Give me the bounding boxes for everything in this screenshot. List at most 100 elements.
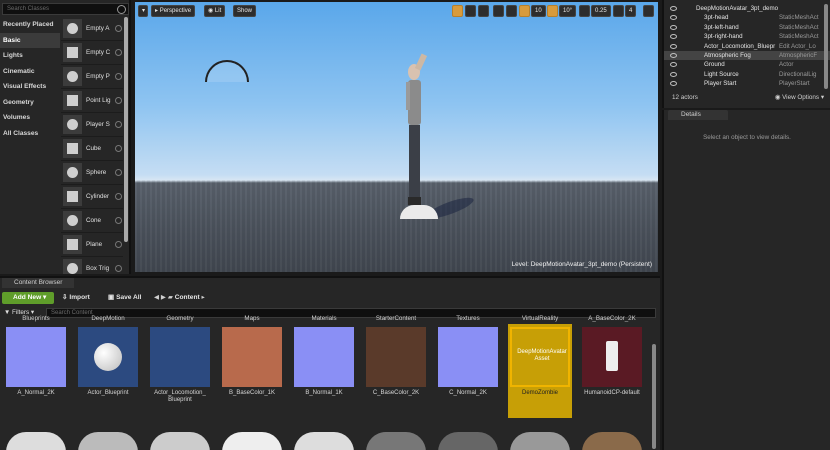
folder-label[interactable]: VirtualReality <box>508 315 572 322</box>
outliner-row[interactable]: Ground Actor <box>664 60 830 69</box>
outliner-row[interactable]: Atmospheric Fog AtmosphericF <box>664 51 830 61</box>
class-search-input[interactable]: Search Classes <box>2 3 129 15</box>
import-button[interactable]: ⇩ Import <box>62 292 90 304</box>
info-icon[interactable] <box>115 49 122 56</box>
visibility-eye-icon[interactable] <box>670 62 677 68</box>
category-visual-effects[interactable]: Visual Effects <box>0 79 60 95</box>
folder-label[interactable]: Materials <box>292 315 356 322</box>
asset-thumbnail-row2[interactable] <box>582 432 642 450</box>
perspective-button[interactable]: ▸ Perspective <box>151 5 196 17</box>
info-icon[interactable] <box>115 265 122 272</box>
place-item[interactable]: Box Trig <box>61 257 123 274</box>
back-arrow-icon[interactable]: ◀ <box>154 294 159 301</box>
scale-tool-icon[interactable] <box>478 5 489 17</box>
grid-snap-value[interactable]: 10 <box>531 5 546 17</box>
world-local-icon[interactable] <box>493 5 504 17</box>
outliner-row[interactable]: DeepMotionAvatar_3pt_demo <box>664 4 830 13</box>
asset-tile[interactable]: Geometry Actor_Locomotion_ Blueprint <box>148 315 212 418</box>
asset-thumbnail-row2[interactable] <box>366 432 426 450</box>
place-item[interactable]: Empty P <box>61 65 123 89</box>
info-icon[interactable] <box>115 97 122 104</box>
folder-label[interactable]: A_BaseColor_2K <box>580 315 644 322</box>
info-icon[interactable] <box>115 145 122 152</box>
asset-tile[interactable]: A_BaseColor_2K HumanoidCP-default <box>580 315 644 418</box>
asset-thumbnail-row2[interactable] <box>438 432 498 450</box>
info-icon[interactable] <box>115 241 122 248</box>
asset-tile[interactable]: Textures C_Normal_2K <box>436 315 500 418</box>
outliner-row[interactable]: Player Start PlayerStart <box>664 79 830 88</box>
content-browser-tab[interactable]: Content Browser <box>2 278 74 288</box>
visibility-eye-icon[interactable] <box>670 24 677 30</box>
asset-thumbnail-row2[interactable] <box>78 432 138 450</box>
camera-speed-value[interactable]: 4 <box>625 5 637 17</box>
category-volumes[interactable]: Volumes <box>0 110 60 126</box>
forward-arrow-icon[interactable]: ▶ <box>161 294 166 301</box>
place-item[interactable]: Sphere <box>61 161 123 185</box>
content-path-label[interactable]: Content <box>175 294 200 301</box>
content-browser-scrollbar[interactable] <box>652 344 656 449</box>
add-new-button[interactable]: Add New ▾ <box>2 292 54 304</box>
view-options-button[interactable]: ◉ View Options ▾ <box>775 94 824 101</box>
rotate-tool-icon[interactable] <box>465 5 476 17</box>
category-lights[interactable]: Lights <box>0 48 60 64</box>
info-icon[interactable] <box>115 193 122 200</box>
place-item[interactable]: Cone <box>61 209 123 233</box>
path-chevron-icon[interactable]: ▸ <box>202 294 205 301</box>
place-item[interactable]: Empty A <box>61 17 123 41</box>
camera-speed-icon[interactable] <box>613 5 624 17</box>
place-item[interactable]: Plane <box>61 233 123 257</box>
asset-tile[interactable]: StarterContent C_BaseColor_2K <box>364 315 428 418</box>
outliner-row[interactable]: Actor_Locomotion_Bluepr Edit Actor_Lo <box>664 42 830 51</box>
lit-button[interactable]: ◉ Lit <box>204 5 226 17</box>
folder-label[interactable]: DeepMotion <box>76 315 140 322</box>
folder-label[interactable]: Maps <box>220 315 284 322</box>
visibility-eye-icon[interactable] <box>670 34 677 40</box>
folder-label[interactable]: Blueprints <box>4 315 68 322</box>
category-cinematic[interactable]: Cinematic <box>0 64 60 80</box>
category-basic[interactable]: Basic <box>0 32 60 48</box>
category-recently-placed[interactable]: Recently Placed <box>0 17 60 33</box>
translate-tool-icon[interactable] <box>452 5 463 17</box>
place-scrollbar[interactable] <box>124 17 128 242</box>
info-icon[interactable] <box>115 169 122 176</box>
folder-label[interactable]: StarterContent <box>364 315 428 322</box>
outliner-row[interactable]: 3pt-head StaticMeshAct <box>664 13 830 22</box>
visibility-eye-icon[interactable] <box>670 71 677 77</box>
visibility-eye-icon[interactable] <box>670 43 677 49</box>
info-icon[interactable] <box>115 121 122 128</box>
scale-snap-value[interactable]: 0.25 <box>591 5 611 17</box>
outliner-row[interactable]: 3pt-right-hand StaticMeshAct <box>664 32 830 41</box>
visibility-eye-icon[interactable] <box>670 6 677 11</box>
outliner-scrollbar[interactable] <box>824 4 828 89</box>
category-geometry[interactable]: Geometry <box>0 95 60 111</box>
level-viewport[interactable]: ▾ ▸ Perspective ◉ Lit Show 10 10° 0.25 4… <box>133 0 660 274</box>
asset-thumbnail-row2[interactable] <box>150 432 210 450</box>
surface-snap-icon[interactable] <box>506 5 517 17</box>
asset-thumbnail-row2[interactable] <box>294 432 354 450</box>
save-all-button[interactable]: ▣ Save All <box>108 292 141 304</box>
category-all-classes[interactable]: All Classes <box>0 126 60 142</box>
asset-tile[interactable]: Maps B_BaseColor_1K <box>220 315 284 418</box>
visibility-eye-icon[interactable] <box>670 53 677 58</box>
viewport-menu-button[interactable]: ▾ <box>138 5 148 17</box>
asset-tile[interactable]: DeepMotion Actor_Blueprint <box>76 315 140 418</box>
place-item[interactable]: Cylinder <box>61 185 123 209</box>
info-icon[interactable] <box>115 73 122 80</box>
asset-thumbnail-row2[interactable] <box>222 432 282 450</box>
show-button[interactable]: Show <box>233 5 257 17</box>
rotation-snap-icon[interactable] <box>547 5 558 17</box>
maximize-viewport-icon[interactable] <box>643 5 654 17</box>
asset-tile[interactable]: Materials B_Normal_1K <box>292 315 356 418</box>
avatar-character[interactable] <box>400 52 430 222</box>
asset-tile[interactable]: VirtualReality DeepMotionAvatar Asset Demo… <box>508 315 572 418</box>
rotation-snap-value[interactable]: 10° <box>559 5 577 17</box>
outliner-row[interactable]: Light Source DirectionalLig <box>664 70 830 79</box>
asset-thumbnail-row2[interactable] <box>6 432 66 450</box>
place-item[interactable]: Cube <box>61 137 123 161</box>
place-item[interactable]: Point Lig <box>61 89 123 113</box>
details-tab[interactable]: Details <box>668 110 728 120</box>
place-item[interactable]: Player S <box>61 113 123 137</box>
asset-tile[interactable]: Blueprints A_Normal_2K <box>4 315 68 418</box>
info-icon[interactable] <box>115 217 122 224</box>
scale-snap-icon[interactable] <box>579 5 590 17</box>
